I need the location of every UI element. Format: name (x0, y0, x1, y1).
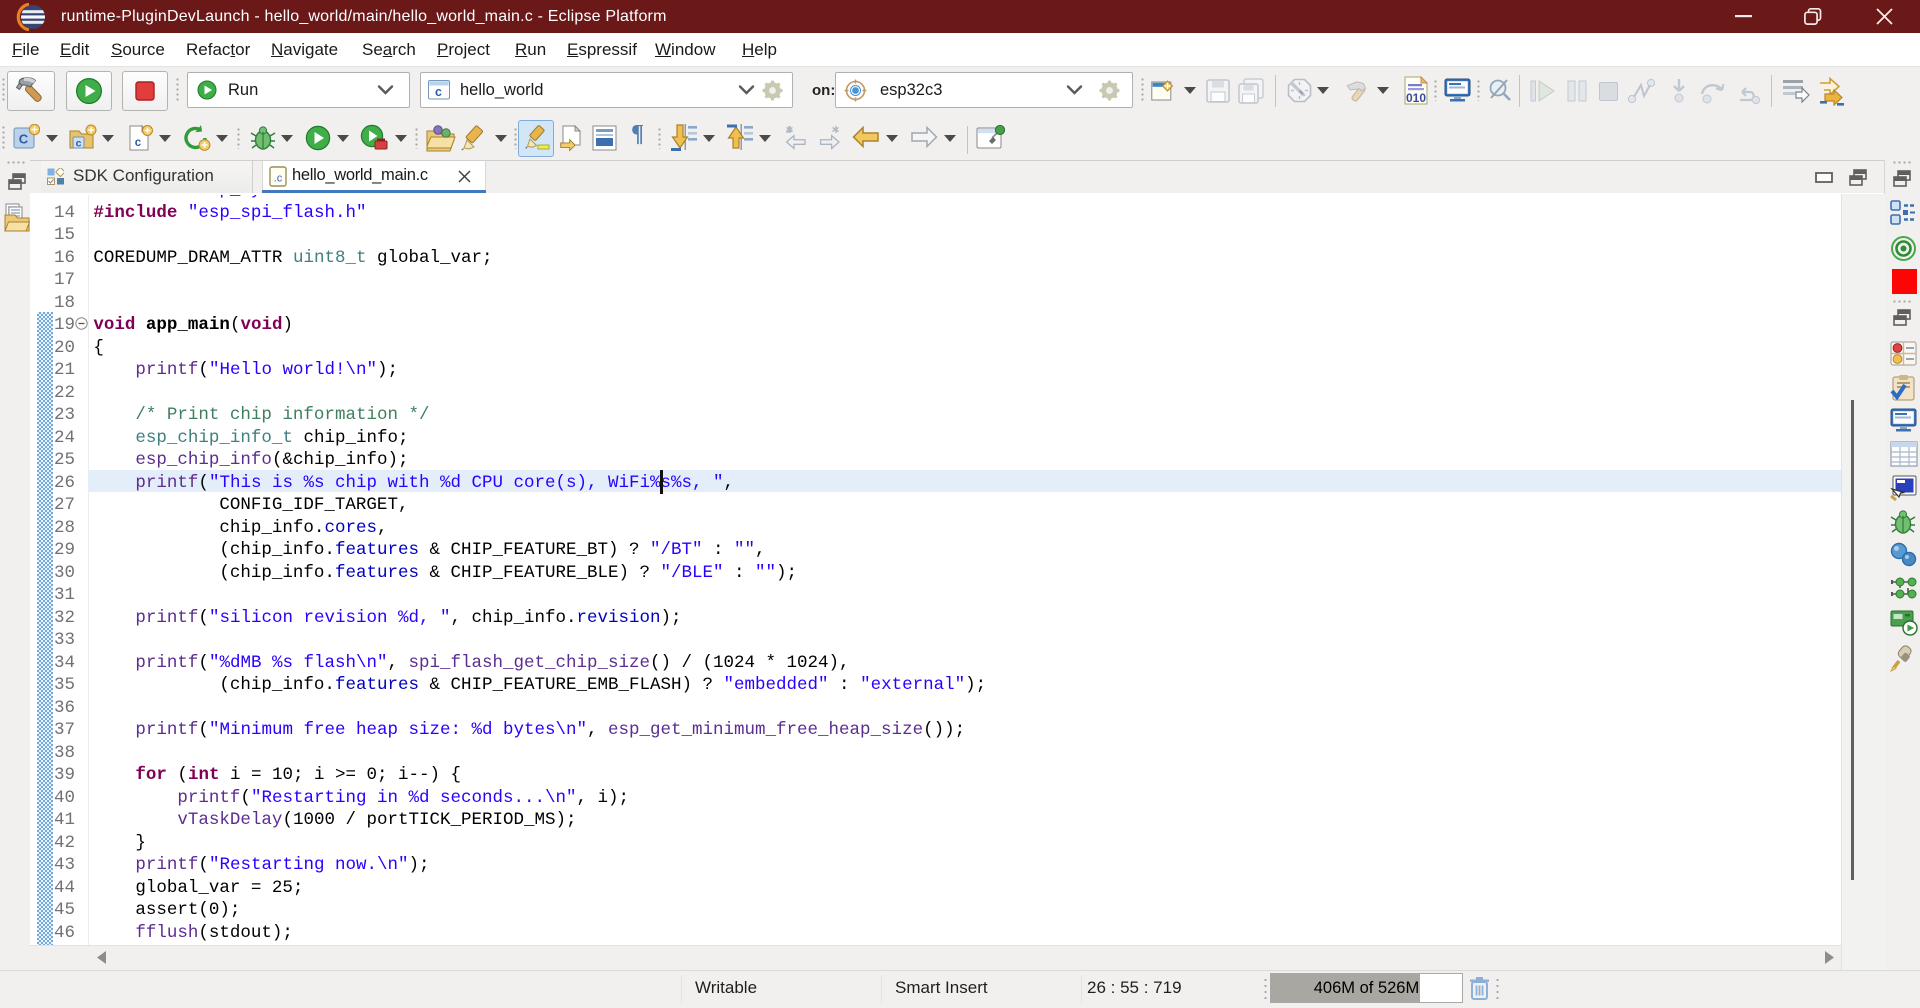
svg-text:c: c (135, 137, 142, 149)
svg-text:010: 010 (1406, 91, 1426, 105)
svg-text:C: C (19, 132, 29, 147)
svg-text:c: c (76, 138, 82, 150)
svg-text:c: c (435, 85, 442, 99)
svg-text:.c: .c (274, 173, 283, 185)
